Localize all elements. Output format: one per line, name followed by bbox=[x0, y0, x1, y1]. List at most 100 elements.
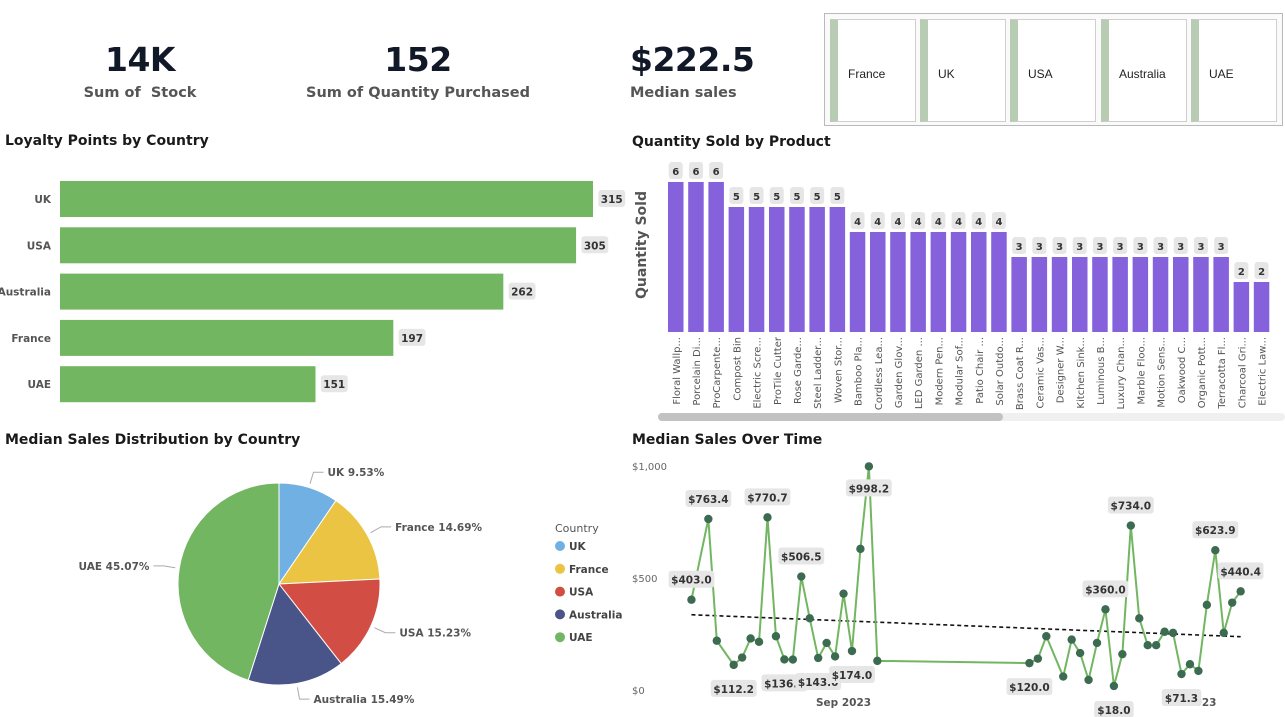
data-point[interactable] bbox=[746, 634, 755, 643]
data-point[interactable] bbox=[704, 514, 713, 524]
data-point[interactable] bbox=[1118, 649, 1127, 659]
bar-product[interactable] bbox=[849, 232, 866, 332]
data-point[interactable] bbox=[1177, 669, 1186, 679]
data-point[interactable] bbox=[797, 572, 806, 581]
bar-product[interactable] bbox=[1193, 257, 1209, 332]
data-point[interactable] bbox=[763, 513, 772, 522]
bar-product[interactable] bbox=[890, 232, 906, 332]
bar-product[interactable] bbox=[1092, 257, 1108, 332]
bar-product[interactable] bbox=[991, 232, 1007, 332]
data-point[interactable] bbox=[1211, 546, 1220, 555]
data-point[interactable] bbox=[712, 636, 721, 645]
bar-product[interactable] bbox=[950, 232, 967, 332]
slicer-item-france[interactable]: France bbox=[830, 19, 916, 122]
data-point[interactable] bbox=[1236, 587, 1245, 596]
median-sales-pie-chart: UK 9.53% France 14.69% USA 15.23% Australia… bbox=[79, 467, 623, 706]
kpi-value: 152 bbox=[384, 40, 452, 79]
legend-item[interactable]: France bbox=[569, 564, 609, 576]
data-point[interactable] bbox=[1185, 660, 1195, 669]
bar-product[interactable] bbox=[930, 232, 947, 332]
data-point[interactable] bbox=[1067, 635, 1076, 644]
data-point[interactable] bbox=[873, 656, 882, 666]
data-point[interactable] bbox=[1025, 658, 1034, 668]
bar-product[interactable] bbox=[1051, 257, 1068, 332]
bar-product[interactable] bbox=[1233, 282, 1250, 332]
bar-product[interactable] bbox=[1173, 257, 1189, 332]
data-point[interactable] bbox=[788, 655, 798, 664]
scrollbar-thumb[interactable] bbox=[658, 413, 1003, 421]
legend-item[interactable]: UK bbox=[569, 541, 587, 553]
bar-product[interactable] bbox=[1132, 257, 1149, 332]
legend-item[interactable]: Australia bbox=[569, 609, 622, 621]
data-point[interactable] bbox=[822, 638, 831, 648]
data-point[interactable] bbox=[754, 637, 764, 647]
data-point[interactable] bbox=[1160, 627, 1169, 636]
bar-product[interactable] bbox=[748, 207, 765, 332]
data-point[interactable] bbox=[813, 653, 823, 663]
data-point[interactable] bbox=[729, 660, 738, 670]
bar-product[interactable] bbox=[870, 232, 886, 332]
data-point[interactable] bbox=[1042, 632, 1051, 641]
slicer-item-usa[interactable]: USA bbox=[1010, 19, 1096, 122]
bar-product[interactable] bbox=[769, 207, 785, 332]
data-point[interactable] bbox=[771, 632, 781, 641]
bar-uk[interactable] bbox=[60, 181, 593, 217]
bar-france[interactable] bbox=[60, 319, 394, 356]
legend-item[interactable]: UAE bbox=[569, 632, 593, 644]
bar-product[interactable] bbox=[809, 207, 825, 332]
data-label-text: $18.0 bbox=[1097, 705, 1130, 717]
slicer-item-uk[interactable]: UK bbox=[920, 19, 1006, 122]
data-point[interactable] bbox=[839, 589, 848, 598]
bar-australia[interactable] bbox=[60, 273, 504, 310]
data-point[interactable] bbox=[1084, 675, 1093, 685]
bar-product[interactable] bbox=[971, 232, 987, 332]
data-label-text: $403.0 bbox=[671, 575, 712, 587]
data-point[interactable] bbox=[687, 595, 696, 604]
data-label-text: 262 bbox=[511, 287, 533, 299]
data-point[interactable] bbox=[1135, 614, 1144, 623]
bar-product[interactable] bbox=[728, 207, 745, 332]
bar-product[interactable] bbox=[829, 207, 846, 332]
bar-product[interactable] bbox=[1152, 257, 1169, 332]
bar-usa[interactable] bbox=[60, 227, 577, 264]
bar-uae[interactable] bbox=[60, 366, 316, 403]
data-point[interactable] bbox=[847, 646, 857, 656]
data-point[interactable] bbox=[1109, 681, 1119, 691]
data-point[interactable] bbox=[1075, 648, 1085, 658]
data-point[interactable] bbox=[1228, 598, 1237, 607]
slicer-item-label: UK bbox=[938, 67, 955, 81]
data-point[interactable] bbox=[1143, 641, 1152, 650]
data-point[interactable] bbox=[1219, 628, 1228, 638]
data-point[interactable] bbox=[780, 655, 789, 664]
data-point[interactable] bbox=[1151, 641, 1161, 650]
data-point[interactable] bbox=[1059, 672, 1068, 681]
bar-product[interactable] bbox=[910, 232, 926, 332]
data-point[interactable] bbox=[737, 653, 747, 662]
bar-product[interactable] bbox=[708, 182, 724, 332]
data-point[interactable] bbox=[1202, 600, 1212, 610]
bar-product[interactable] bbox=[1213, 257, 1229, 332]
slicer-item-uae[interactable]: UAE bbox=[1191, 19, 1277, 122]
bar-product[interactable] bbox=[1011, 257, 1027, 332]
data-point[interactable] bbox=[856, 544, 865, 554]
data-point[interactable] bbox=[1033, 654, 1043, 663]
bar-product[interactable] bbox=[1072, 257, 1088, 332]
data-point[interactable] bbox=[1101, 605, 1110, 614]
data-point[interactable] bbox=[1126, 521, 1136, 530]
data-point[interactable] bbox=[1168, 628, 1178, 638]
bar-product[interactable] bbox=[789, 207, 805, 332]
data-point[interactable] bbox=[1092, 638, 1102, 648]
data-point[interactable] bbox=[1194, 666, 1203, 676]
bar-product[interactable] bbox=[1253, 282, 1270, 332]
bar-product[interactable] bbox=[1112, 257, 1128, 332]
data-point[interactable] bbox=[864, 462, 874, 471]
data-point[interactable] bbox=[830, 652, 840, 661]
bar-product[interactable] bbox=[688, 182, 704, 332]
slicer-item-label: USA bbox=[1028, 67, 1053, 81]
slicer-item-australia[interactable]: Australia bbox=[1101, 19, 1187, 122]
data-point[interactable] bbox=[805, 614, 814, 623]
bar-product[interactable] bbox=[1031, 257, 1048, 332]
bar-product[interactable] bbox=[668, 182, 684, 332]
legend-marker bbox=[555, 609, 565, 620]
legend-item[interactable]: USA bbox=[569, 587, 594, 599]
